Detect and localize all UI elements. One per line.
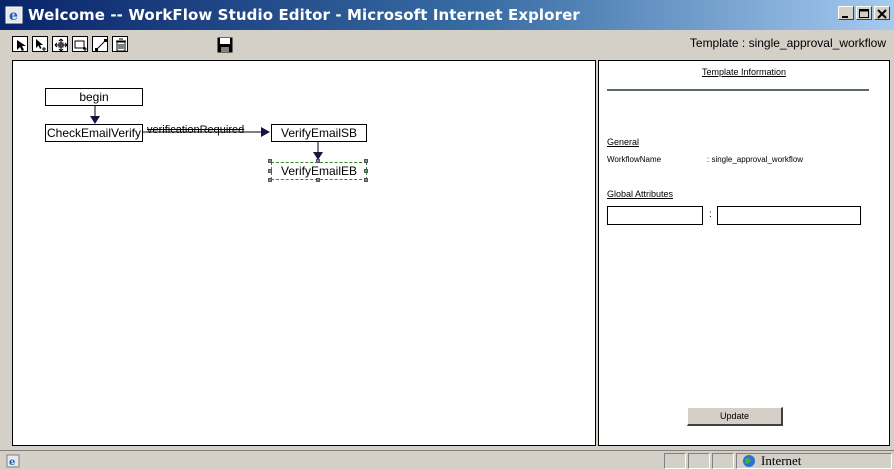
title-bar[interactable]: e Welcome -- WorkFlow Studio Editor - Mi… <box>0 0 894 30</box>
resize-handle[interactable] <box>364 178 368 182</box>
edge-label-verification-required[interactable]: verificationRequired <box>147 124 244 136</box>
window-title: Welcome -- WorkFlow Studio Editor - Micr… <box>28 6 580 24</box>
status-bar: e Internet <box>0 450 894 470</box>
resize-handle[interactable] <box>268 178 272 182</box>
attribute-value-input[interactable] <box>717 206 861 225</box>
status-segment <box>712 453 734 469</box>
svg-text:e: e <box>9 457 15 468</box>
minimize-button[interactable] <box>838 6 854 20</box>
resize-handle[interactable] <box>268 169 272 173</box>
node-check-email-verify[interactable]: CheckEmailVerify <box>45 124 143 142</box>
page-icon: e <box>6 454 20 468</box>
select-tool-icon[interactable] <box>12 36 28 52</box>
resize-handle[interactable] <box>316 178 320 182</box>
zone-label: Internet <box>761 453 802 468</box>
window-controls <box>838 6 890 20</box>
general-heading: General <box>607 137 640 147</box>
delete-tool-icon[interactable] <box>112 36 128 52</box>
panel-title: Template Information <box>701 67 787 77</box>
global-attributes-heading: Global Attributes <box>607 189 674 199</box>
workflow-name-value: : single_approval_workflow <box>707 155 804 164</box>
template-label: Template : single_approval_workflow <box>689 36 886 50</box>
attribute-separator: : <box>709 209 712 220</box>
template-info-panel: Template Information General WorkflowNam… <box>598 60 890 446</box>
ie-icon: e <box>5 6 23 24</box>
workflow-name-key: WorkflowName <box>607 155 662 164</box>
workflow-editor-applet: Template : single_approval_workflow begi… <box>8 30 892 448</box>
globe-icon <box>743 455 755 467</box>
resize-handle[interactable] <box>364 159 368 163</box>
panel-divider <box>607 89 869 91</box>
maximize-button[interactable] <box>856 6 872 20</box>
move-tool-icon[interactable] <box>52 36 68 52</box>
pointer-add-tool-icon[interactable] <box>32 36 48 52</box>
add-node-tool-icon[interactable] <box>72 36 88 52</box>
update-button[interactable]: Update <box>687 407 783 426</box>
svg-text:e: e <box>9 8 18 24</box>
save-icon[interactable] <box>216 36 233 53</box>
status-segment <box>688 453 710 469</box>
edge-check-vsb-arrow <box>261 127 270 137</box>
workflow-canvas[interactable]: begin CheckEmailVerify verificationRequi… <box>12 60 596 446</box>
resize-handle[interactable] <box>316 159 320 163</box>
edge-begin-check-arrow <box>90 116 100 124</box>
node-verify-email-sb[interactable]: VerifyEmailSB <box>271 124 367 142</box>
security-zone: Internet <box>742 453 801 469</box>
attribute-key-input[interactable] <box>607 206 703 225</box>
resize-handle[interactable] <box>268 159 272 163</box>
edges-layer <box>90 106 323 160</box>
node-begin[interactable]: begin <box>45 88 143 106</box>
connect-tool-icon[interactable] <box>92 36 108 52</box>
editor-toolbar: Template : single_approval_workflow <box>8 30 892 58</box>
close-button[interactable] <box>874 6 890 20</box>
resize-handle[interactable] <box>364 169 368 173</box>
status-segment <box>664 453 686 469</box>
browser-window: e Welcome -- WorkFlow Studio Editor - Mi… <box>0 0 894 470</box>
